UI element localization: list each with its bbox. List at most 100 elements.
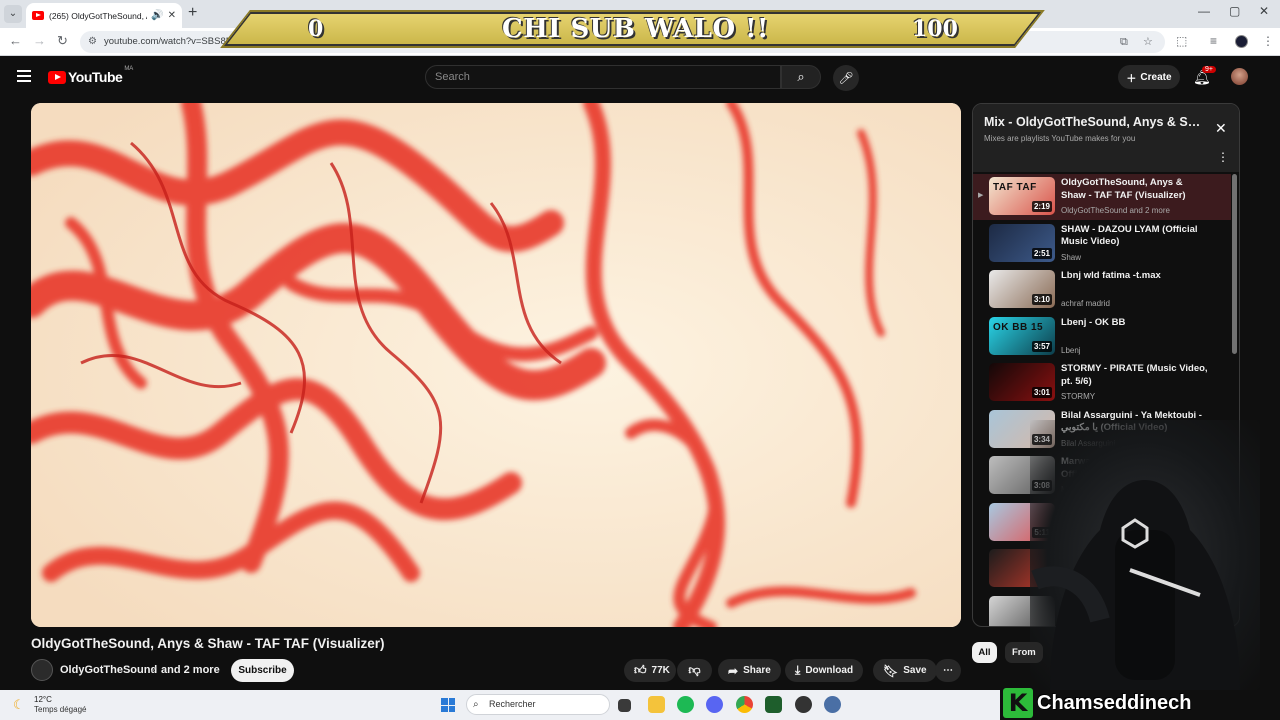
youtube-logo-icon	[48, 70, 66, 84]
new-tab-icon[interactable]: +	[188, 4, 197, 22]
playlist-thumbnail[interactable]: 3:01	[989, 363, 1055, 401]
reload-icon[interactable]: ↻	[57, 33, 68, 49]
minimize-icon[interactable]: —	[1198, 4, 1210, 18]
streamer-name: Chamseddinech	[1037, 691, 1192, 714]
weather-temperature[interactable]: 12°C	[34, 695, 52, 704]
plus-icon: ＋	[1126, 73, 1137, 85]
chip-from[interactable]: From	[1005, 642, 1043, 663]
media-controls-icon[interactable]: ≡	[1210, 34, 1217, 48]
windows-start-icon[interactable]	[441, 698, 455, 712]
taskbar-search-input[interactable]: ⌕ Rechercher	[466, 694, 610, 715]
file-explorer-icon[interactable]	[648, 696, 665, 713]
playlist-scrollbar[interactable]	[1232, 174, 1237, 354]
streamer-logo: K	[1003, 688, 1033, 718]
duration-badge: 3:57	[1031, 340, 1052, 352]
playlist-item[interactable]: 3:01 STORMY - PIRATE (Music Video, pt. 5/…	[973, 360, 1231, 406]
spotify-icon[interactable]	[677, 696, 694, 713]
weather-description[interactable]: Temps dégagé	[34, 705, 86, 714]
youtube-logo[interactable]: YouTube MA	[48, 66, 134, 85]
playlist-menu-icon[interactable]: ⋮	[1217, 150, 1229, 164]
download-icon: ⤓	[795, 663, 801, 677]
microphone-icon[interactable]: 🎤︎	[833, 65, 859, 91]
site-info-icon[interactable]: ⚙	[88, 31, 97, 53]
search-input[interactable]: Search	[425, 65, 781, 89]
hamburger-menu-icon[interactable]	[17, 70, 31, 82]
like-count: 77K	[651, 665, 670, 676]
browser-menu-icon[interactable]: ⋮	[1262, 34, 1274, 48]
chrome-icon[interactable]	[736, 696, 753, 713]
video-player[interactable]	[31, 103, 961, 627]
playlist-item[interactable]: 3:10 Lbnj wld fatima -t.max achraf madrid	[973, 267, 1231, 313]
duration-badge: 3:01	[1031, 387, 1052, 398]
channel-name[interactable]: OldyGotTheSound	[60, 664, 157, 676]
thumbs-up-icon: 👍︎	[634, 663, 647, 677]
dislike-button[interactable]: 👎︎	[677, 659, 712, 682]
moon-weather-icon[interactable]: ☾	[13, 697, 25, 713]
share-arrow-icon: ➦	[728, 663, 739, 678]
playlist-thumbnail[interactable]: OK BB 15 3:57	[989, 316, 1055, 355]
save-label: Save	[903, 665, 927, 676]
share-label: Share	[743, 665, 771, 676]
duration-badge: 3:10	[1031, 294, 1052, 305]
channel-avatar[interactable]	[31, 659, 53, 681]
playlist-item-channel: achraf madrid	[1061, 299, 1110, 308]
mix-title[interactable]: Mix - OldyGotTheSound, Anys & Shaw - TAF…	[984, 115, 1206, 129]
obs-icon[interactable]	[795, 696, 812, 713]
playlist-thumbnail[interactable]: TAF TAF 2:19	[989, 177, 1055, 215]
playlist-item[interactable]: ▶ TAF TAF 2:19 OldyGotTheSound, Anys & Shaw…	[973, 174, 1231, 220]
playlist-item[interactable]: 2:51 SHAW - DAZOU LYAM (Official Music Vi…	[973, 221, 1231, 267]
thumbnail-text: OK BB 15	[993, 321, 1044, 333]
close-icon[interactable]: ✕	[1215, 120, 1227, 137]
mix-header: Mix - OldyGotTheSound, Anys & Shaw - TAF…	[973, 104, 1239, 172]
playlist-thumbnail[interactable]: 3:10	[989, 270, 1055, 308]
country-code: MA	[124, 66, 134, 72]
duration-badge: 2:51	[1031, 247, 1052, 259]
more-actions-icon[interactable]: ⋯	[935, 659, 961, 682]
audio-playing-icon[interactable]: 🔊	[151, 10, 163, 21]
browser-tab-title: (265) OldyGotTheSound, A	[49, 10, 148, 21]
tab-close-icon[interactable]: ✕	[168, 10, 176, 21]
settings-icon[interactable]	[824, 696, 841, 713]
install-app-icon[interactable]: ⧉	[1120, 31, 1128, 53]
playlist-item-title: Lbenj - OK BB	[1061, 316, 1126, 328]
youtube-favicon-icon	[32, 11, 44, 20]
window-close-icon[interactable]: ✕	[1259, 4, 1269, 18]
search-icon: ⌕	[473, 699, 479, 710]
download-label: Download	[805, 665, 854, 676]
back-icon[interactable]: ←	[9, 33, 22, 48]
banner-title: CHI SUB WALO !!	[502, 14, 769, 44]
create-label: Create	[1140, 71, 1172, 83]
save-button[interactable]: 🔖︎ Save	[873, 659, 937, 682]
account-avatar[interactable]	[1231, 68, 1248, 85]
discord-icon[interactable]	[706, 696, 723, 713]
duration-badge: 2:19	[1031, 201, 1052, 212]
chip-all[interactable]: All	[972, 642, 997, 663]
tab-search-chevron-icon[interactable]: ⌄	[4, 5, 22, 23]
banner-left-count: 0	[308, 16, 324, 42]
playlist-item[interactable]: OK BB 15 3:57 Lbenj - OK BB Lbenj	[973, 314, 1231, 360]
playlist-thumbnail[interactable]: 2:51	[989, 223, 1055, 262]
search-icon[interactable]: ⌕	[781, 65, 821, 89]
bookmark-star-icon[interactable]: ☆	[1143, 31, 1153, 53]
mix-subtitle: Mixes are playlists YouTube makes for yo…	[984, 134, 1136, 143]
webcam-overlay	[1030, 420, 1260, 690]
subscribe-button[interactable]: Subscribe	[231, 659, 294, 682]
playlist-item-channel: STORMY	[1061, 392, 1096, 401]
maximize-icon[interactable]: ▢	[1229, 4, 1240, 18]
browser-profile-avatar[interactable]	[1235, 35, 1248, 48]
playlist-item-title: STORMY - PIRATE (Music Video, pt. 5/6)	[1061, 363, 1208, 387]
channel-collaborators[interactable]: and 2 more	[161, 664, 220, 676]
save-bookmark-icon: 🔖︎	[883, 663, 899, 678]
create-button[interactable]: ＋ Create	[1118, 65, 1180, 89]
game-launcher-icon[interactable]	[765, 696, 782, 713]
video-frame-red-smoke	[31, 103, 961, 627]
taskbar-search-placeholder: Rechercher	[489, 699, 536, 709]
forward-icon[interactable]: →	[33, 33, 46, 48]
thumbnail-text: TAF TAF	[993, 182, 1037, 193]
like-button[interactable]: 👍︎ 77K	[624, 659, 676, 682]
task-view-icon[interactable]	[618, 699, 631, 712]
browser-tab[interactable]: (265) OldyGotTheSound, A 🔊 ✕	[26, 3, 182, 28]
download-button[interactable]: ⤓ Download	[785, 659, 864, 682]
share-button[interactable]: ➦ Share	[718, 659, 781, 682]
extensions-icon[interactable]: ⬚	[1176, 34, 1187, 48]
